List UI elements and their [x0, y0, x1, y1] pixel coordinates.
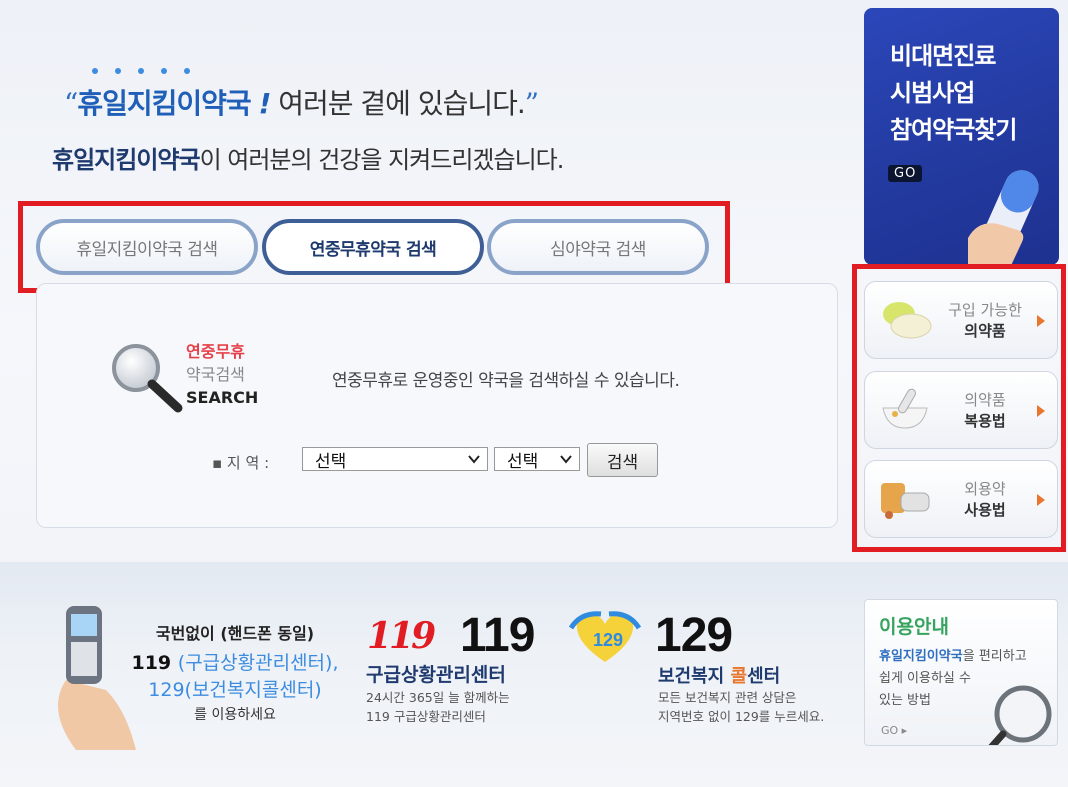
svg-text:129: 129 [593, 630, 623, 650]
chevron-down-icon [468, 455, 480, 464]
usage-guide-title: 이용안내 [879, 616, 949, 638]
pill-icon [883, 302, 932, 339]
usage-guide-go-link[interactable]: GO ▸ [881, 724, 907, 737]
arrow-right-icon [1037, 494, 1045, 506]
tab-holiday-pharmacy-search[interactable]: 휴일지킴이약국 검색 [36, 219, 258, 275]
side-item-medicine-dosage[interactable]: 의약품 복용법 [864, 371, 1058, 449]
arrow-right-icon [1037, 405, 1045, 417]
side-item-external-medicine-usage[interactable]: 외용약 사용법 [864, 460, 1058, 538]
headline-brand: 휴일지킴이약국 [77, 87, 251, 120]
capsule-hand-icon [968, 170, 1039, 265]
logo-119: 119 [367, 615, 436, 657]
region-select-province[interactable]: 선택 [302, 447, 488, 472]
region-label: ▪ 지 역 : [212, 454, 270, 472]
logo-129-icon: 129 [568, 611, 642, 662]
welfare-callcenter-title: 보건복지 콜센터 [658, 666, 781, 687]
number-129: 129 [655, 609, 733, 662]
side-item-purchasable-medicine[interactable]: 구입 가능한 의약품 [864, 281, 1058, 359]
headline: “휴일지킴이약국 ! 여러분 곁에 있습니다.” [64, 87, 539, 120]
telemedicine-banner[interactable]: 비대면진료 시범사업 참여약국찾기 GO [864, 8, 1059, 265]
tab-yearround-pharmacy-search[interactable]: 연중무휴약국 검색 [262, 219, 484, 275]
usage-guide-box[interactable]: 이용안내 휴일지킴이약국을 편리하고 쉽게 이용하실 수 있는 방법 GO ▸ [864, 599, 1058, 746]
search-title: 연중무휴 약국검색 SEARCH [186, 342, 259, 407]
region-select-city[interactable]: 선택 [494, 447, 580, 472]
ointment-icon [881, 483, 930, 519]
mortar-icon [882, 388, 928, 429]
magnifier-icon [112, 344, 183, 413]
arrow-right-icon [1037, 315, 1045, 327]
banner-go-button[interactable]: GO [888, 165, 923, 182]
tab-night-pharmacy-search[interactable]: 심야약국 검색 [487, 219, 709, 275]
subheadline: 휴일지킴이약국이 여러분의 건강을 지켜드리겠습니다. [52, 146, 564, 174]
magnifier-icon [988, 685, 1052, 745]
search-button[interactable]: 검색 [587, 443, 658, 477]
emergency-center-description: 24시간 365일 늘 함께하는 119 구급상황관리센터 [366, 690, 510, 724]
phone-info-text: 국번없이 (핸드폰 동일) 119 (구급상황관리센터), 129(보건복지콜센… [131, 624, 339, 723]
search-description: 연중무휴로 운영중인 약국을 검색하실 수 있습니다. [332, 371, 680, 391]
headline-dots [92, 68, 190, 74]
emergency-center-title: 구급상황관리센터 [366, 664, 506, 686]
welfare-callcenter-description: 모든 보건복지 관련 상담은 지역번호 없이 129를 누르세요. [658, 690, 825, 724]
chevron-down-icon [560, 455, 572, 464]
number-119: 119 [460, 609, 535, 662]
